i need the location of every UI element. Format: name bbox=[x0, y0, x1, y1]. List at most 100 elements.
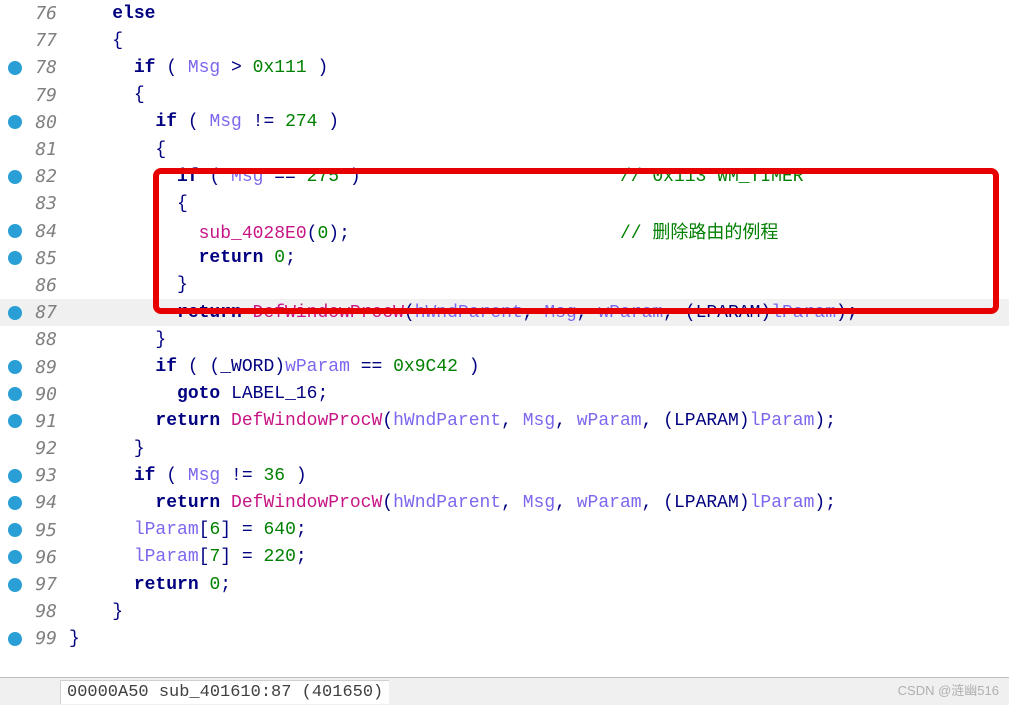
breakpoint-dot-icon[interactable] bbox=[8, 469, 22, 483]
breakpoint-dot-icon[interactable] bbox=[8, 578, 22, 592]
code-content[interactable]: if ( Msg == 275 ) // 0x113 WM_TIMER bbox=[65, 167, 1009, 187]
line-gutter[interactable]: 90 bbox=[0, 384, 65, 405]
breakpoint-dot-icon[interactable] bbox=[8, 251, 22, 265]
code-content[interactable]: return 0; bbox=[65, 575, 1009, 595]
code-content[interactable]: sub_4028E0(0); // 删除路由的例程 bbox=[65, 218, 1009, 244]
code-token: if bbox=[134, 466, 156, 486]
line-gutter[interactable]: 95 bbox=[0, 520, 65, 541]
code-content[interactable]: goto LABEL_16; bbox=[65, 384, 1009, 404]
breakpoint-dot-icon[interactable] bbox=[8, 360, 22, 374]
code-line[interactable]: 81 { bbox=[0, 136, 1009, 163]
code-content[interactable]: return DefWindowProcW(hWndParent, Msg, w… bbox=[65, 493, 1009, 513]
code-content[interactable]: if ( Msg != 274 ) bbox=[65, 112, 1009, 132]
line-gutter[interactable]: 85 bbox=[0, 248, 65, 269]
code-line[interactable]: 98 } bbox=[0, 598, 1009, 625]
code-line[interactable]: 88 } bbox=[0, 326, 1009, 353]
line-gutter[interactable]: 86 bbox=[0, 275, 65, 296]
line-gutter[interactable]: 92 bbox=[0, 438, 65, 459]
code-line[interactable]: 82 if ( Msg == 275 ) // 0x113 WM_TIMER bbox=[0, 163, 1009, 190]
line-gutter[interactable]: 94 bbox=[0, 492, 65, 513]
code-line[interactable]: 85 return 0; bbox=[0, 245, 1009, 272]
line-gutter[interactable]: 76 bbox=[0, 3, 65, 24]
line-gutter[interactable]: 88 bbox=[0, 329, 65, 350]
code-content[interactable]: return 0; bbox=[65, 248, 1009, 268]
code-line[interactable]: 87 return DefWindowProcW(hWndParent, Msg… bbox=[0, 299, 1009, 326]
breakpoint-dot-icon[interactable] bbox=[8, 387, 22, 401]
code-line[interactable]: 96 lParam[7] = 220; bbox=[0, 544, 1009, 571]
line-gutter[interactable]: 80 bbox=[0, 112, 65, 133]
line-gutter[interactable]: 77 bbox=[0, 30, 65, 51]
line-gutter[interactable]: 99 bbox=[0, 628, 65, 649]
code-content[interactable]: else bbox=[65, 4, 1009, 24]
code-line[interactable]: 99} bbox=[0, 625, 1009, 652]
line-gutter[interactable]: 96 bbox=[0, 547, 65, 568]
code-line[interactable]: 97 return 0; bbox=[0, 571, 1009, 598]
breakpoint-dot-icon[interactable] bbox=[8, 224, 22, 238]
breakpoint-dot-icon[interactable] bbox=[8, 414, 22, 428]
line-gutter[interactable]: 83 bbox=[0, 193, 65, 214]
code-line[interactable]: 80 if ( Msg != 274 ) bbox=[0, 109, 1009, 136]
line-gutter[interactable]: 98 bbox=[0, 601, 65, 622]
code-editor[interactable]: 76 else77 {78 if ( Msg > 0x111 )79 {80 i… bbox=[0, 0, 1009, 675]
code-content[interactable]: return DefWindowProcW(hWndParent, Msg, w… bbox=[65, 303, 1009, 323]
code-line[interactable]: 94 return DefWindowProcW(hWndParent, Msg… bbox=[0, 489, 1009, 516]
line-gutter[interactable]: 97 bbox=[0, 574, 65, 595]
line-gutter[interactable]: 81 bbox=[0, 139, 65, 160]
code-content[interactable]: } bbox=[65, 602, 1009, 622]
code-line[interactable]: 77 { bbox=[0, 27, 1009, 54]
code-token: , bbox=[523, 303, 545, 323]
code-line[interactable]: 79 { bbox=[0, 82, 1009, 109]
breakpoint-dot-icon[interactable] bbox=[8, 170, 22, 184]
code-token: if bbox=[155, 357, 177, 377]
code-token: ; bbox=[296, 547, 307, 567]
code-line[interactable]: 90 goto LABEL_16; bbox=[0, 381, 1009, 408]
code-content[interactable]: lParam[6] = 640; bbox=[65, 520, 1009, 540]
breakpoint-dot-icon[interactable] bbox=[8, 496, 22, 510]
code-content[interactable]: } bbox=[65, 629, 1009, 649]
line-number: 87 bbox=[35, 302, 57, 323]
code-line[interactable]: 89 if ( (_WORD)wParam == 0x9C42 ) bbox=[0, 353, 1009, 380]
code-content[interactable]: } bbox=[65, 330, 1009, 350]
line-gutter[interactable]: 82 bbox=[0, 166, 65, 187]
code-line[interactable]: 95 lParam[6] = 640; bbox=[0, 517, 1009, 544]
code-content[interactable]: } bbox=[65, 275, 1009, 295]
breakpoint-dot-icon[interactable] bbox=[8, 632, 22, 646]
code-token: return bbox=[199, 248, 264, 268]
code-line[interactable]: 91 return DefWindowProcW(hWndParent, Msg… bbox=[0, 408, 1009, 435]
code-content[interactable]: lParam[7] = 220; bbox=[65, 547, 1009, 567]
code-line[interactable]: 86 } bbox=[0, 272, 1009, 299]
line-gutter[interactable]: 78 bbox=[0, 57, 65, 78]
line-gutter[interactable]: 93 bbox=[0, 465, 65, 486]
code-content[interactable]: if ( Msg > 0x111 ) bbox=[65, 58, 1009, 78]
line-gutter[interactable]: 84 bbox=[0, 221, 65, 242]
line-gutter[interactable]: 91 bbox=[0, 411, 65, 432]
code-line[interactable]: 92 } bbox=[0, 435, 1009, 462]
code-content[interactable]: if ( (_WORD)wParam == 0x9C42 ) bbox=[65, 357, 1009, 377]
breakpoint-dot-icon[interactable] bbox=[8, 550, 22, 564]
code-content[interactable]: { bbox=[65, 31, 1009, 51]
breakpoint-dot-icon[interactable] bbox=[8, 115, 22, 129]
code-line[interactable]: 78 if ( Msg > 0x111 ) bbox=[0, 54, 1009, 81]
code-content[interactable]: { bbox=[65, 194, 1009, 214]
breakpoint-dot-icon[interactable] bbox=[8, 306, 22, 320]
code-content[interactable]: { bbox=[65, 140, 1009, 160]
code-content[interactable]: } bbox=[65, 439, 1009, 459]
breakpoint-dot-icon[interactable] bbox=[8, 61, 22, 75]
code-content[interactable]: return DefWindowProcW(hWndParent, Msg, w… bbox=[65, 411, 1009, 431]
code-content[interactable]: if ( Msg != 36 ) bbox=[65, 466, 1009, 486]
code-token: ] = bbox=[220, 520, 263, 540]
code-line[interactable]: 93 if ( Msg != 36 ) bbox=[0, 462, 1009, 489]
line-gutter[interactable]: 89 bbox=[0, 357, 65, 378]
code-line[interactable]: 83 { bbox=[0, 190, 1009, 217]
code-token: sub_4028E0 bbox=[199, 224, 307, 244]
code-token: lParam bbox=[134, 547, 199, 567]
breakpoint-dot-icon[interactable] bbox=[8, 523, 22, 537]
code-line[interactable]: 84 sub_4028E0(0); // 删除路由的例程 bbox=[0, 218, 1009, 245]
line-gutter[interactable]: 79 bbox=[0, 85, 65, 106]
code-token: 36 bbox=[263, 466, 285, 486]
code-token: return bbox=[177, 303, 242, 323]
code-content[interactable]: { bbox=[65, 85, 1009, 105]
code-line[interactable]: 76 else bbox=[0, 0, 1009, 27]
status-address: 00000A50 sub_401610:87 (401650) bbox=[60, 680, 389, 704]
line-gutter[interactable]: 87 bbox=[0, 302, 65, 323]
